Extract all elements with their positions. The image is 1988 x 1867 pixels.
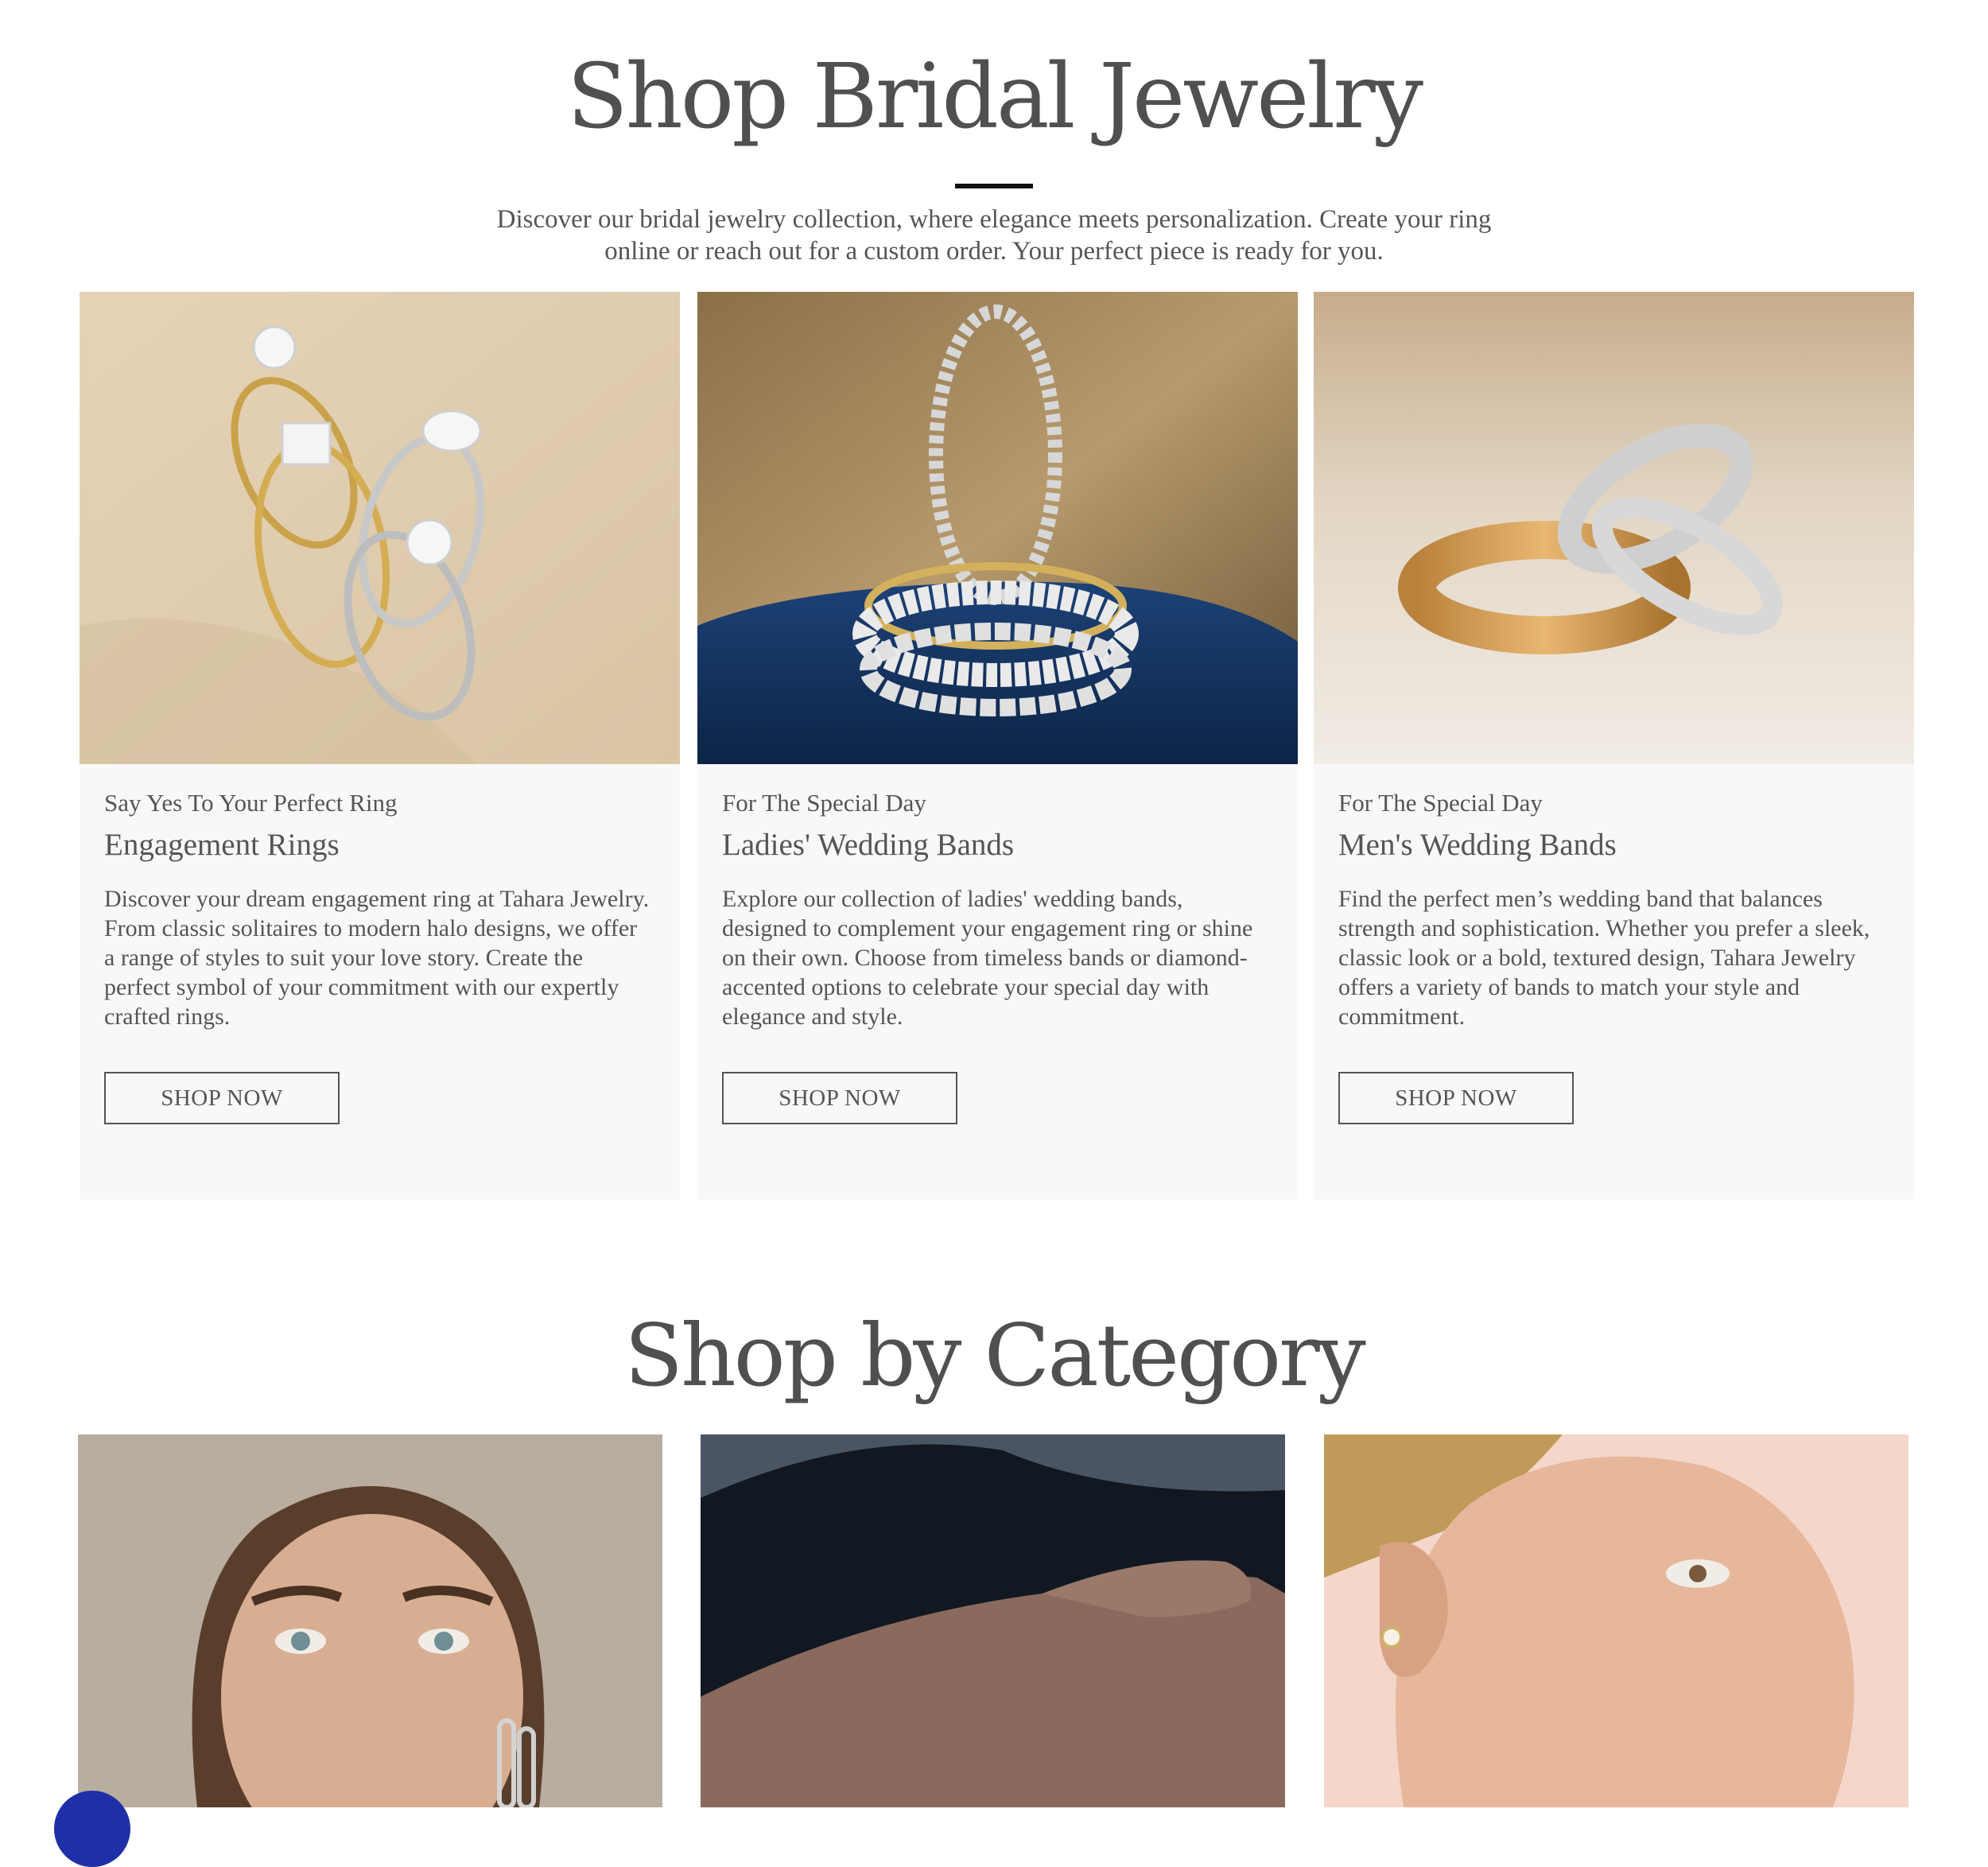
title-divider xyxy=(955,184,1033,188)
card-eyebrow: For The Special Day xyxy=(1338,789,1543,817)
ladies-wedding-bands-card: For The Special Day Ladies' Wedding Band… xyxy=(697,292,1298,1200)
card-heading[interactable]: Men's Wedding Bands xyxy=(1338,826,1617,864)
shop-now-button[interactable]: SHOP NOW xyxy=(1338,1072,1574,1124)
mens-wedding-bands-card: For The Special Day Men's Wedding Bands … xyxy=(1314,292,1914,1200)
category-tile-bracelet-hand[interactable] xyxy=(701,1434,1285,1807)
engagement-rings-card: Say Yes To Your Perfect Ring Engagement … xyxy=(80,292,680,1200)
shop-now-button[interactable]: SHOP NOW xyxy=(722,1072,957,1124)
card-description: Discover your dream engagement ring at T… xyxy=(104,886,650,1030)
card-description: Explore our collection of ladies' weddin… xyxy=(722,886,1253,1030)
chat-widget-button[interactable] xyxy=(54,1791,130,1867)
bridal-intro-text: Discover our bridal jewelry collection, … xyxy=(496,205,1492,266)
ladies-wedding-bands-image[interactable] xyxy=(697,292,1298,764)
shop-now-button[interactable]: SHOP NOW xyxy=(104,1072,340,1124)
card-description: Find the perfect men’s wedding band that… xyxy=(1338,886,1870,1030)
card-eyebrow: For The Special Day xyxy=(722,789,926,817)
engagement-rings-image[interactable] xyxy=(80,292,680,764)
card-eyebrow: Say Yes To Your Perfect Ring xyxy=(104,789,398,817)
card-heading[interactable]: Engagement Rings xyxy=(104,826,340,864)
bridal-section-title: Shop Bridal Jewelry xyxy=(566,45,1423,149)
category-section-title: Shop by Category xyxy=(624,1306,1366,1406)
card-heading[interactable]: Ladies' Wedding Bands xyxy=(722,826,1014,864)
mens-wedding-bands-image[interactable] xyxy=(1314,292,1914,764)
category-tile-stud-earring-profile[interactable] xyxy=(1324,1434,1908,1807)
category-tile-earrings-model[interactable] xyxy=(78,1434,662,1807)
